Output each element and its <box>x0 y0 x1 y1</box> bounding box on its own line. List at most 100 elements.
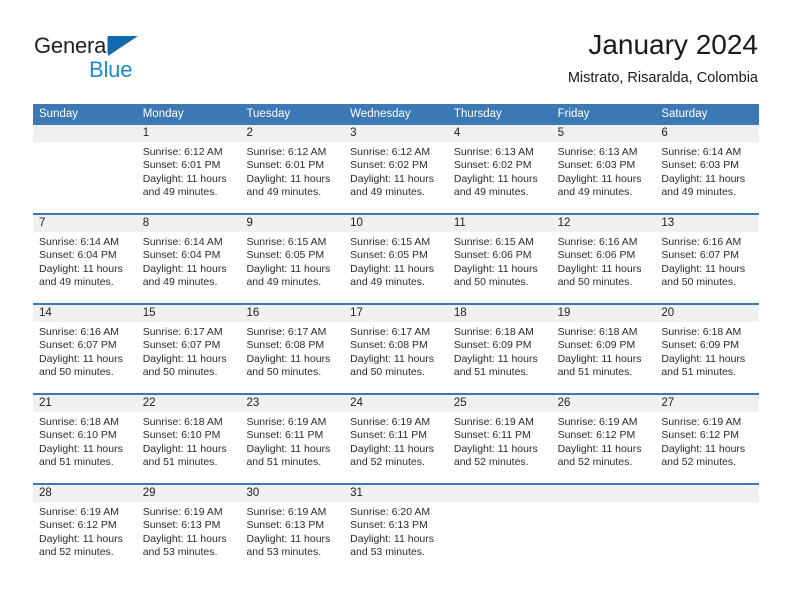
day-number: 6 <box>655 125 760 142</box>
daylight-text-line1: Daylight: 11 hours <box>246 532 331 545</box>
day-details: Sunrise: 6:18 AM Sunset: 6:09 PM Daylight:… <box>552 322 656 380</box>
sunrise-text: Sunrise: 6:19 AM <box>557 416 638 428</box>
day-cell[interactable]: 27 Sunrise: 6:19 AM Sunset: 6:12 PM Dayligh… <box>655 395 760 483</box>
day-cell[interactable]: 24 Sunrise: 6:19 AM Sunset: 6:11 PM Dayligh… <box>344 395 448 483</box>
day-cell[interactable]: 21 Sunrise: 6:18 AM Sunset: 6:10 PM Dayligh… <box>33 395 137 483</box>
day-number: 17 <box>344 305 448 322</box>
day-details: Sunrise: 6:19 AM Sunset: 6:12 PM Daylight:… <box>655 412 759 470</box>
page-header: General Blue January 2024 Mistrato, Risa… <box>0 0 792 104</box>
day-cell[interactable]: 12 Sunrise: 6:16 AM Sunset: 6:06 PM Dayligh… <box>551 215 656 303</box>
day-cell[interactable]: 10 Sunrise: 6:15 AM Sunset: 6:05 PM Dayligh… <box>344 215 448 303</box>
daylight-text-line2: and 51 minutes. <box>661 366 737 379</box>
day-details: Sunrise: 6:18 AM Sunset: 6:09 PM Daylight:… <box>655 322 759 380</box>
day-cell[interactable]: 31 Sunrise: 6:20 AM Sunset: 6:13 PM Dayligh… <box>344 485 448 573</box>
calendar-week-row: 28 Sunrise: 6:19 AM Sunset: 6:12 PM Dayligh… <box>33 483 760 573</box>
daylight-text-line2: and 49 minutes. <box>142 276 218 289</box>
day-cell[interactable]: 9 Sunrise: 6:15 AM Sunset: 6:05 PM Daylight… <box>240 215 345 303</box>
sunrise-text: Sunrise: 6:13 AM <box>557 146 638 158</box>
daylight-text-line1: Daylight: 11 hours <box>39 352 123 365</box>
day-cell[interactable]: 16 Sunrise: 6:17 AM Sunset: 6:08 PM Dayligh… <box>240 305 345 393</box>
day-cell[interactable]: 4 Sunrise: 6:13 AM Sunset: 6:02 PM Daylight… <box>447 125 552 213</box>
daylight-text-line1: Daylight: 11 hours <box>142 172 227 185</box>
day-cell[interactable]: 28 Sunrise: 6:19 AM Sunset: 6:12 PM Dayligh… <box>33 485 137 573</box>
sunset-text: Sunset: 6:13 PM <box>246 519 325 532</box>
sunset-text: Sunset: 6:08 PM <box>246 339 325 352</box>
daylight-text-line2: and 51 minutes. <box>557 366 633 379</box>
sunrise-text: Sunrise: 6:19 AM <box>453 416 534 428</box>
day-number: 25 <box>447 395 552 412</box>
day-cell[interactable]: 13 Sunrise: 6:16 AM Sunset: 6:07 PM Dayligh… <box>655 215 760 303</box>
logo-text-blue: Blue <box>89 57 133 82</box>
sunrise-text: Sunrise: 6:18 AM <box>453 326 534 338</box>
daylight-text-line1: Daylight: 11 hours <box>39 532 123 545</box>
day-number: 22 <box>136 395 241 412</box>
sunrise-text: Sunrise: 6:18 AM <box>39 416 119 428</box>
day-cell[interactable]: 2 Sunrise: 6:12 AM Sunset: 6:01 PM Daylight… <box>240 125 345 213</box>
day-number <box>655 485 760 502</box>
day-cell[interactable]: 5 Sunrise: 6:13 AM Sunset: 6:03 PM Daylight… <box>551 125 656 213</box>
daylight-text-line2: and 53 minutes. <box>142 546 218 559</box>
day-cell-empty <box>655 485 760 573</box>
day-cell[interactable]: 3 Sunrise: 6:12 AM Sunset: 6:02 PM Daylight… <box>344 125 448 213</box>
day-cell[interactable]: 14 Sunrise: 6:16 AM Sunset: 6:07 PM Dayligh… <box>33 305 137 393</box>
day-details: Sunrise: 6:17 AM Sunset: 6:07 PM Daylight:… <box>137 322 241 380</box>
sunrise-text: Sunrise: 6:16 AM <box>661 236 742 248</box>
day-cell[interactable]: 8 Sunrise: 6:14 AM Sunset: 6:04 PM Daylight… <box>136 215 241 303</box>
day-cell[interactable]: 26 Sunrise: 6:19 AM Sunset: 6:12 PM Dayligh… <box>551 395 656 483</box>
day-number: 11 <box>447 215 552 232</box>
day-number: 13 <box>655 215 760 232</box>
daylight-text-line1: Daylight: 11 hours <box>453 352 538 365</box>
general-blue-logo[interactable]: General Blue <box>34 33 234 89</box>
daylight-text-line2: and 49 minutes. <box>557 186 633 199</box>
sunset-text: Sunset: 6:10 PM <box>39 429 117 442</box>
day-details: Sunrise: 6:12 AM Sunset: 6:01 PM Daylight:… <box>240 142 344 200</box>
day-number: 4 <box>447 125 552 142</box>
day-cell[interactable]: 6 Sunrise: 6:14 AM Sunset: 6:03 PM Daylight… <box>655 125 760 213</box>
sunset-text: Sunset: 6:12 PM <box>39 519 117 532</box>
sunrise-text: Sunrise: 6:12 AM <box>142 146 223 158</box>
daylight-text-line2: and 50 minutes. <box>142 366 218 379</box>
day-cell-empty <box>551 485 656 573</box>
day-cell[interactable]: 25 Sunrise: 6:19 AM Sunset: 6:11 PM Dayligh… <box>447 395 552 483</box>
sunset-text: Sunset: 6:05 PM <box>246 249 325 262</box>
daylight-text-line2: and 52 minutes. <box>661 456 737 469</box>
day-details: Sunrise: 6:16 AM Sunset: 6:06 PM Daylight:… <box>552 232 656 290</box>
day-details: Sunrise: 6:15 AM Sunset: 6:05 PM Daylight:… <box>240 232 344 290</box>
day-number: 24 <box>344 395 448 412</box>
day-cell[interactable]: 23 Sunrise: 6:19 AM Sunset: 6:11 PM Dayligh… <box>240 395 345 483</box>
day-number: 29 <box>136 485 241 502</box>
sunset-text: Sunset: 6:13 PM <box>142 519 221 532</box>
day-cell[interactable]: 11 Sunrise: 6:15 AM Sunset: 6:06 PM Dayligh… <box>447 215 552 303</box>
day-number: 15 <box>136 305 241 322</box>
day-number: 30 <box>240 485 345 502</box>
sunrise-text: Sunrise: 6:14 AM <box>39 236 119 248</box>
day-cell[interactable]: 20 Sunrise: 6:18 AM Sunset: 6:09 PM Dayligh… <box>655 305 760 393</box>
day-details: Sunrise: 6:19 AM Sunset: 6:11 PM Daylight:… <box>240 412 344 470</box>
day-cell[interactable]: 18 Sunrise: 6:18 AM Sunset: 6:09 PM Dayligh… <box>447 305 552 393</box>
sunset-text: Sunset: 6:08 PM <box>350 339 428 352</box>
daylight-text-line1: Daylight: 11 hours <box>661 442 746 455</box>
sunset-text: Sunset: 6:01 PM <box>246 159 325 172</box>
day-cell[interactable]: 19 Sunrise: 6:18 AM Sunset: 6:09 PM Dayligh… <box>551 305 656 393</box>
day-cell[interactable]: 1 Sunrise: 6:12 AM Sunset: 6:01 PM Daylight… <box>136 125 241 213</box>
day-cell[interactable]: 7 Sunrise: 6:14 AM Sunset: 6:04 PM Daylight… <box>33 215 137 303</box>
day-cell[interactable]: 30 Sunrise: 6:19 AM Sunset: 6:13 PM Dayligh… <box>240 485 345 573</box>
sunrise-text: Sunrise: 6:17 AM <box>350 326 431 338</box>
day-cell[interactable]: 17 Sunrise: 6:17 AM Sunset: 6:08 PM Dayligh… <box>344 305 448 393</box>
weekday-header-friday: Friday <box>557 108 590 120</box>
day-number: 20 <box>655 305 760 322</box>
daylight-text-line2: and 50 minutes. <box>453 276 529 289</box>
logo-text-general: General <box>34 33 111 58</box>
day-details: Sunrise: 6:13 AM Sunset: 6:02 PM Daylight:… <box>448 142 552 200</box>
daylight-text-line2: and 50 minutes. <box>350 366 425 379</box>
daylight-text-line2: and 49 minutes. <box>142 186 218 199</box>
day-number: 18 <box>447 305 552 322</box>
sunset-text: Sunset: 6:06 PM <box>557 249 636 262</box>
day-cell[interactable]: 29 Sunrise: 6:19 AM Sunset: 6:13 PM Dayligh… <box>136 485 241 573</box>
day-details: Sunrise: 6:14 AM Sunset: 6:04 PM Daylight:… <box>137 232 241 290</box>
daylight-text-line1: Daylight: 11 hours <box>39 442 123 455</box>
day-number <box>33 125 137 142</box>
sunset-text: Sunset: 6:02 PM <box>350 159 428 172</box>
day-cell[interactable]: 22 Sunrise: 6:18 AM Sunset: 6:10 PM Dayligh… <box>136 395 241 483</box>
day-cell[interactable]: 15 Sunrise: 6:17 AM Sunset: 6:07 PM Dayligh… <box>136 305 241 393</box>
